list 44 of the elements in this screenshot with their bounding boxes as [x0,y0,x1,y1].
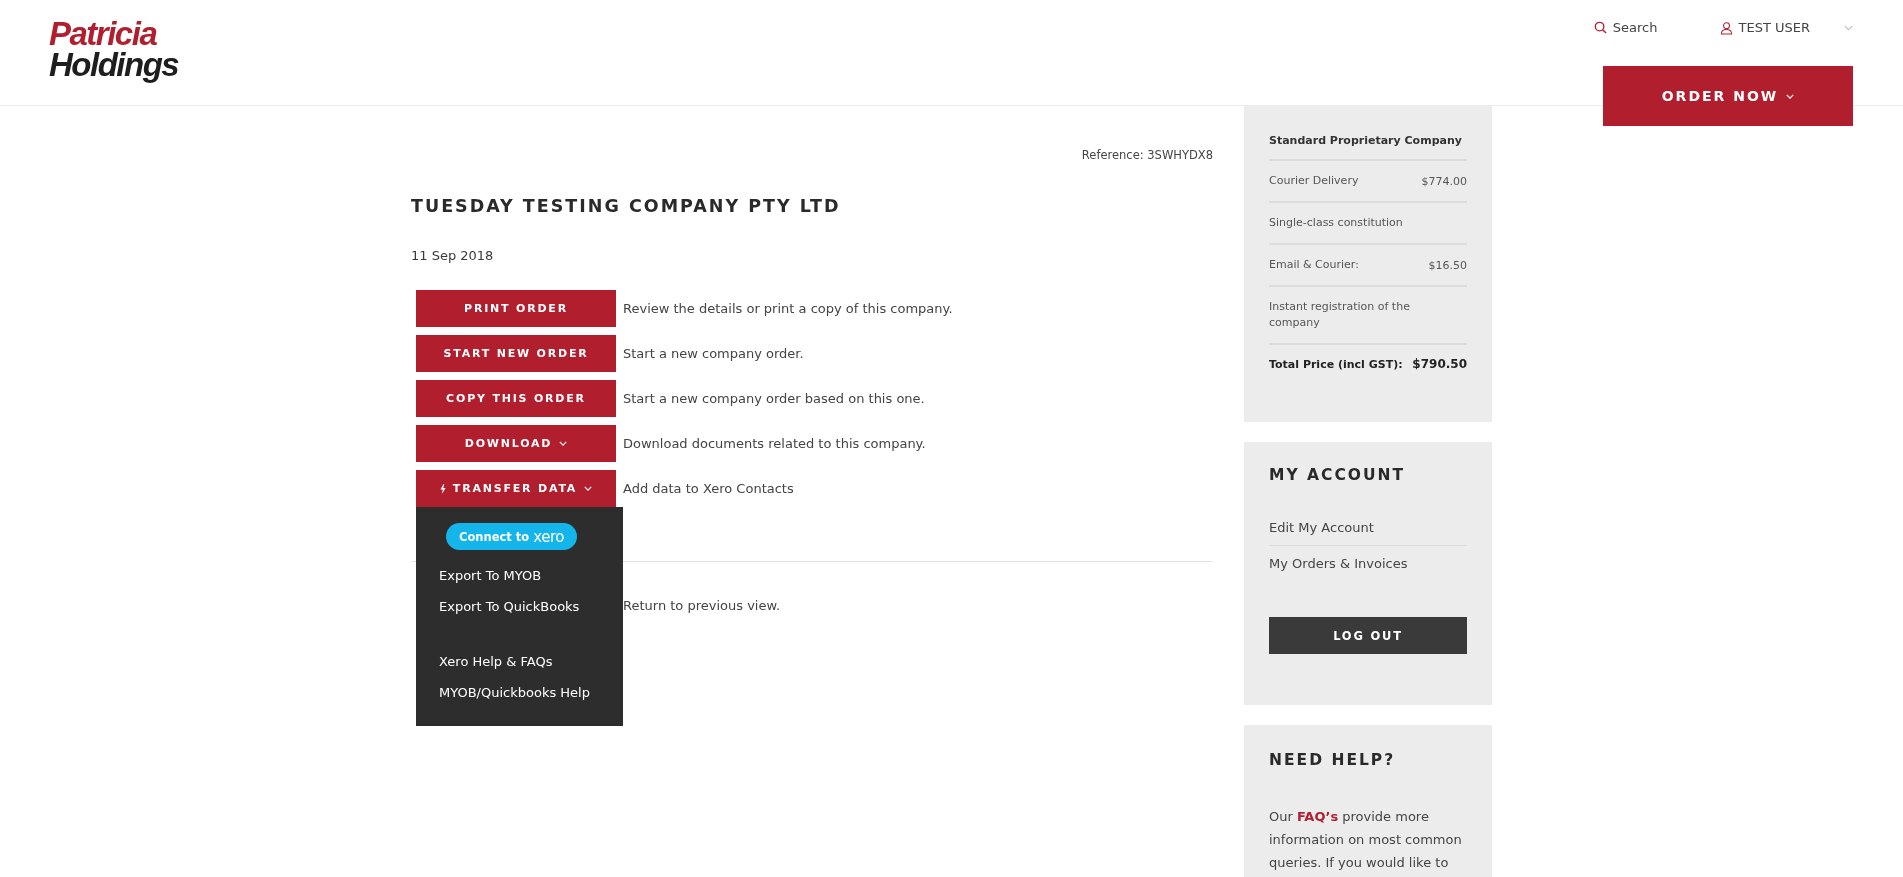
return-description: Return to previous view. [623,598,781,613]
summary-label: Instant registration of the company [1269,299,1411,331]
total-price: $790.50 [1412,357,1467,371]
summary-label: Single-class constitution [1269,215,1403,231]
help-text: Our FAQ’s provide more information on most common queries. If you would like to [1269,808,1463,872]
summary-price: $16.50 [1428,258,1467,272]
summary-label: Email & Courier: [1269,257,1359,273]
logout-button[interactable]: LOG OUT [1269,617,1467,654]
account-link[interactable]: Edit My Account [1269,510,1467,545]
menu-item[interactable]: Export To MYOB [439,560,623,591]
order-date: 11 Sep 2018 [411,248,495,263]
summary-label: Courier Delivery [1269,173,1359,189]
menu-item[interactable]: Export To QuickBooks [439,591,623,622]
search-link[interactable]: Search [1593,20,1658,35]
menu-item[interactable]: Xero Help & FAQs [439,646,623,677]
faq-link[interactable]: FAQ’s [1296,809,1339,824]
lightning-icon [439,483,446,494]
menu-item[interactable]: MYOB/Quickbooks Help [439,677,623,708]
action-description: Download documents related to this company. [623,436,926,451]
chevron-icon [1844,24,1853,31]
action-button[interactable]: TRANSFER DATA [416,470,616,507]
chevron-icon [559,441,568,446]
user-icon [1719,20,1733,35]
action-button[interactable]: PRINT ORDER [416,290,616,327]
action-description: Start a new company order. [623,346,804,361]
card-title: NEED HELP? [1269,751,1397,769]
user-menu[interactable]: TEST USER [1719,20,1853,35]
account-link[interactable]: My Orders & Invoices [1269,545,1467,581]
reference-number: Reference: 3SWHYDX8 [1081,148,1213,162]
order-now-button[interactable]: ORDER NOW [1603,66,1853,126]
action-button[interactable]: DOWNLOAD [416,425,616,462]
action-description: Add data to Xero Contacts [623,481,794,496]
chevron-icon [1786,93,1795,99]
action-description: Review the details or print a copy of this company. [623,301,953,316]
summary-price: $774.00 [1421,174,1467,188]
action-button[interactable]: COPY THIS ORDER [416,380,616,417]
card-title: MY ACCOUNT [1269,466,1407,484]
total-label: Total Price (incl GST): [1269,357,1403,371]
product-title: Standard Proprietary Company [1269,134,1462,147]
chevron-icon [584,486,593,491]
company-name: TUESDAY TESTING COMPANY PTY LTD [411,196,842,216]
action-button[interactable]: START NEW ORDER [416,335,616,372]
action-description: Start a new company order based on this one. [623,391,925,406]
search-icon [1593,21,1607,34]
